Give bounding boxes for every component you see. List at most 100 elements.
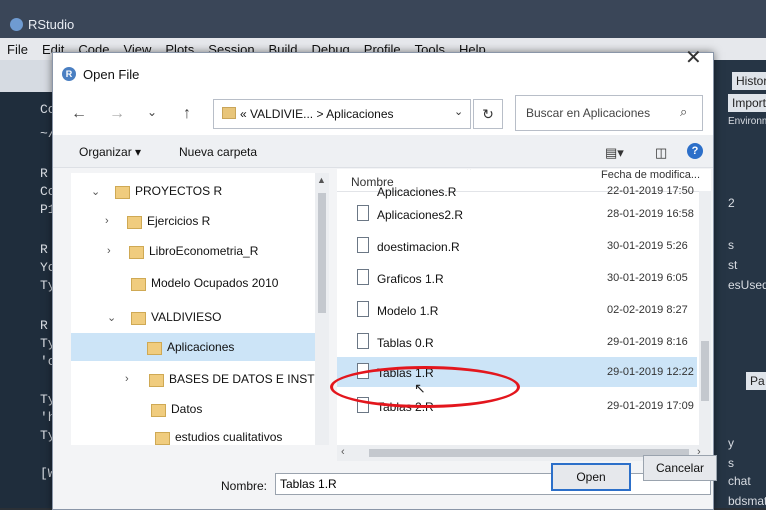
scrollbar-thumb[interactable] bbox=[369, 449, 689, 457]
command-bar: Organizar ▾ Nueva carpeta ▤▾ ◫ ? bbox=[53, 135, 713, 168]
help-icon[interactable]: ? bbox=[687, 143, 703, 159]
file-row[interactable]: doestimacion.R 30-01-2019 5:26 bbox=[337, 231, 697, 261]
file-date: 28-01-2019 16:58 bbox=[607, 208, 694, 220]
address-path: « VALDIVIE... > Aplicaciones bbox=[240, 107, 394, 121]
file-row[interactable]: Graficos 1.R 30-01-2019 6:05 bbox=[337, 263, 697, 293]
search-icon: ⌕ bbox=[680, 104, 688, 119]
menu-file[interactable]: File bbox=[0, 42, 35, 57]
env-text: s bbox=[728, 238, 734, 252]
file-name: Graficos 1.R bbox=[377, 272, 444, 286]
tab-environment[interactable]: Environment bbox=[728, 116, 766, 127]
expand-chevron-icon[interactable]: › bbox=[105, 215, 109, 227]
filename-label: Nombre: bbox=[221, 479, 268, 493]
file-name: Tablas 0.R bbox=[377, 336, 434, 350]
dialog-title: Open File bbox=[83, 67, 140, 82]
file-name: Modelo 1.R bbox=[377, 304, 439, 318]
new-folder-button[interactable]: Nueva carpeta bbox=[179, 145, 257, 159]
expand-chevron-icon[interactable]: ⌄ bbox=[107, 311, 116, 324]
tree-item-bases-de-datos[interactable]: › BASES DE DATOS E INSTRUCT bbox=[71, 365, 329, 393]
address-bar[interactable]: « VALDIVIE... > Aplicaciones ⌄ bbox=[213, 99, 471, 129]
tree-item-estudios-cualitativos[interactable]: estudios cualitativos bbox=[71, 423, 319, 445]
folder-icon bbox=[222, 107, 236, 119]
file-date: 29-01-2019 8:16 bbox=[607, 336, 688, 348]
tree-item-proyectos-r[interactable]: ⌄ PROYECTOS R bbox=[71, 177, 319, 205]
tree-label: Aplicaciones bbox=[167, 340, 235, 354]
scrollbar-thumb[interactable] bbox=[318, 193, 326, 313]
expand-chevron-icon[interactable]: ⌄ bbox=[91, 185, 100, 198]
pkg-text: y bbox=[728, 436, 734, 450]
preview-pane-icon[interactable]: ◫ bbox=[655, 145, 667, 161]
folder-icon bbox=[115, 186, 130, 199]
tab-history[interactable]: History bbox=[732, 72, 766, 90]
expand-chevron-icon[interactable]: › bbox=[125, 373, 129, 385]
file-row[interactable]: Aplicaciones.R 22-01-2019 17:50 bbox=[337, 183, 697, 199]
env-text: 2 bbox=[728, 196, 735, 210]
tree-item-modelo-ocupados[interactable]: Modelo Ocupados 2010 bbox=[71, 269, 319, 297]
tree-label: LibroEconometria_R bbox=[149, 244, 259, 258]
file-row[interactable]: Tablas 0.R 29-01-2019 8:16 bbox=[337, 327, 697, 357]
mouse-pointer-icon: ↖ bbox=[414, 380, 426, 396]
tree-item-datos[interactable]: Datos bbox=[71, 395, 319, 423]
organize-button[interactable]: Organizar ▾ bbox=[79, 145, 141, 159]
tree-item-aplicaciones[interactable]: Aplicaciones bbox=[71, 333, 319, 361]
view-options-icon[interactable]: ▤▾ bbox=[605, 145, 624, 161]
file-row[interactable]: Modelo 1.R 02-02-2019 8:27 bbox=[337, 295, 697, 325]
r-file-icon bbox=[357, 301, 369, 317]
pkg-text: s bbox=[728, 456, 734, 470]
expand-chevron-icon[interactable]: › bbox=[107, 245, 111, 257]
rstudio-title: RStudio bbox=[28, 17, 75, 32]
file-date: 29-01-2019 17:09 bbox=[607, 400, 694, 412]
open-button[interactable]: Open bbox=[551, 463, 631, 491]
cancel-button[interactable]: Cancelar bbox=[643, 455, 717, 481]
dialog-titlebar: R Open File ✕ bbox=[53, 47, 713, 91]
rstudio-r-icon: R bbox=[62, 67, 76, 81]
search-input[interactable]: Buscar en Aplicaciones bbox=[526, 106, 650, 120]
folder-icon bbox=[127, 216, 142, 229]
list-scrollbar[interactable] bbox=[699, 191, 711, 445]
r-file-icon bbox=[357, 269, 369, 285]
folder-icon bbox=[155, 432, 170, 445]
tree-label: BASES DE DATOS E INSTRUCT bbox=[169, 372, 329, 386]
back-arrow-icon[interactable]: ← bbox=[71, 105, 87, 123]
scroll-left-icon[interactable]: ‹ bbox=[341, 446, 345, 458]
tree-label: PROYECTOS R bbox=[135, 184, 223, 198]
tree-label: Datos bbox=[171, 402, 203, 416]
folder-icon bbox=[131, 278, 146, 291]
import-button[interactable]: Import bbox=[728, 94, 766, 112]
navigation-tree: ⌄ PROYECTOS R › Ejercicios R › LibroEcon… bbox=[71, 173, 329, 445]
refresh-icon[interactable]: ↻ bbox=[473, 99, 503, 129]
search-box[interactable]: Buscar en Aplicaciones ⌕ bbox=[515, 95, 703, 131]
pkg-text: bdsmatrix bbox=[728, 494, 766, 508]
up-arrow-icon[interactable]: ↑ bbox=[183, 105, 191, 123]
r-file-icon bbox=[357, 237, 369, 253]
env-text: st bbox=[728, 258, 738, 272]
r-file-icon bbox=[357, 205, 369, 221]
tree-scrollbar[interactable]: ▲ bbox=[315, 173, 329, 445]
rstudio-logo-icon bbox=[10, 18, 23, 31]
folder-icon bbox=[149, 374, 164, 387]
tree-item-valdivieso[interactable]: ⌄ VALDIVIESO bbox=[71, 303, 319, 331]
file-row[interactable]: Aplicaciones2.R 28-01-2019 16:58 bbox=[337, 199, 697, 229]
navigation-bar: ← → ⌄ ↑ « VALDIVIE... > Aplicaciones ⌄ ↻… bbox=[53, 91, 713, 135]
scroll-up-icon[interactable]: ▲ bbox=[317, 175, 326, 185]
file-date: 29-01-2019 12:22 bbox=[607, 366, 694, 378]
forward-arrow-icon[interactable]: → bbox=[109, 105, 125, 123]
open-file-dialog: R Open File ✕ ← → ⌄ ↑ « VALDIVIE... > Ap… bbox=[52, 47, 717, 510]
folder-icon bbox=[147, 342, 162, 355]
folder-icon bbox=[129, 246, 144, 259]
sort-ascending-icon: ⌃ bbox=[465, 169, 474, 177]
file-name: Aplicaciones2.R bbox=[377, 208, 464, 222]
file-name: doestimacion.R bbox=[377, 240, 460, 254]
chevron-down-icon[interactable]: ⌄ bbox=[454, 105, 463, 118]
file-name: Aplicaciones.R bbox=[377, 185, 457, 199]
tab-packages[interactable]: Pa bbox=[746, 372, 766, 390]
recent-locations-chevron-icon[interactable]: ⌄ bbox=[147, 105, 157, 119]
tree-item-libroeconometria[interactable]: › LibroEconometria_R bbox=[71, 237, 319, 265]
rstudio-environment-pane: History Import Environment 2 s st esUsed… bbox=[706, 60, 766, 508]
r-file-icon bbox=[357, 333, 369, 349]
tree-label: Ejercicios R bbox=[147, 214, 211, 228]
scrollbar-thumb[interactable] bbox=[701, 341, 709, 401]
close-icon[interactable]: ✕ bbox=[685, 45, 702, 70]
tree-item-ejercicios-r[interactable]: › Ejercicios R bbox=[71, 207, 319, 235]
column-header-date[interactable]: Fecha de modifica... bbox=[601, 169, 700, 181]
